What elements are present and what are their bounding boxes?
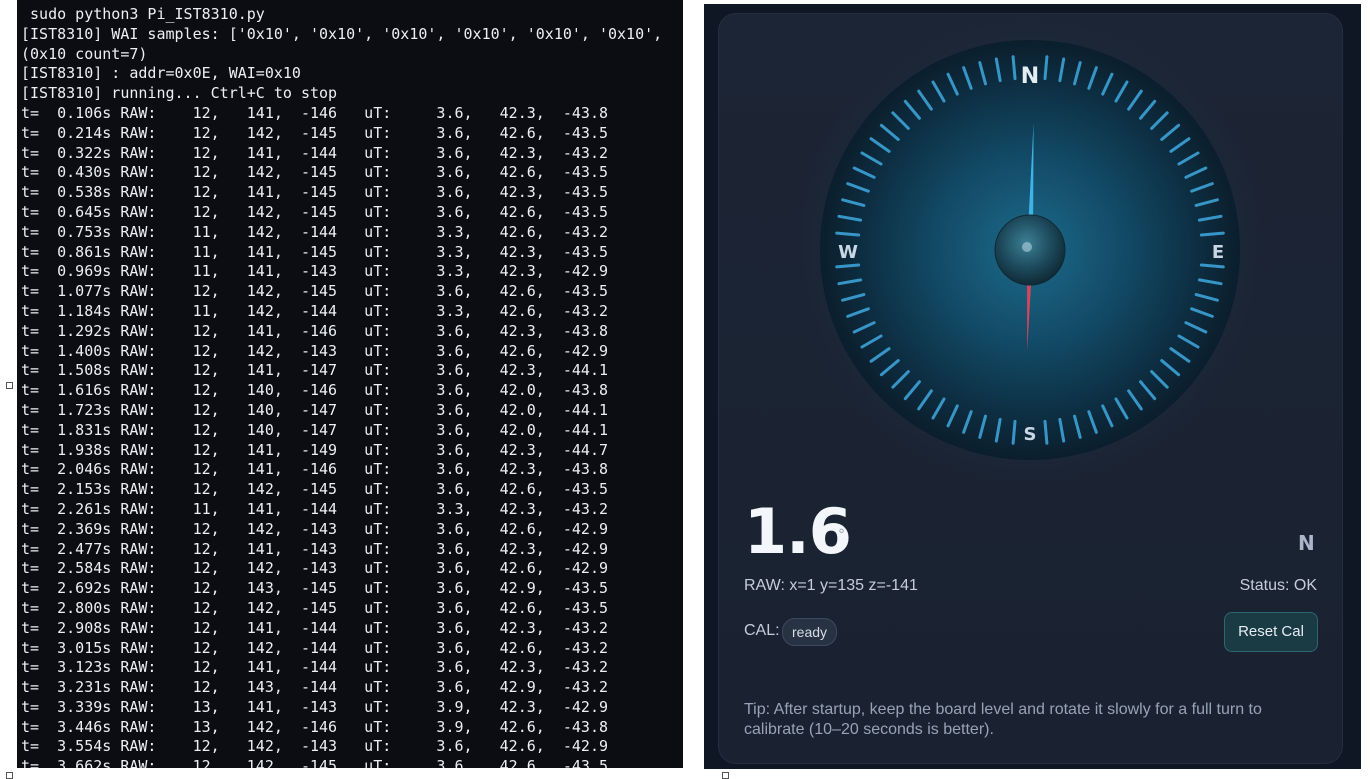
resize-handle-bottom-left[interactable] <box>6 772 13 779</box>
terminal-output: sudo python3 Pi_IST8310.py [IST8310] WAI … <box>21 5 683 768</box>
terminal-line: t= 0.538s RAW: 12, 141, -145 uT: 3.6, 42… <box>21 183 608 202</box>
hub-highlight <box>1022 242 1032 252</box>
terminal-line: t= 3.123s RAW: 12, 141, -144 uT: 3.6, 42… <box>21 658 608 677</box>
cal-status-badge: ready <box>782 618 838 646</box>
terminal-line: t= 1.400s RAW: 12, 142, -143 uT: 3.6, 42… <box>21 341 608 360</box>
cardinal-east: E <box>1212 242 1224 263</box>
raw-readout: RAW: x=1 y=135 z=-141 <box>744 577 918 594</box>
terminal-line: t= 2.584s RAW: 12, 142, -143 uT: 3.6, 42… <box>21 559 608 578</box>
terminal-line: t= 0.106s RAW: 12, 141, -146 uT: 3.6, 42… <box>21 103 608 122</box>
terminal-line: t= 1.184s RAW: 11, 142, -144 uT: 3.3, 42… <box>21 301 608 320</box>
reset-cal-button[interactable]: Reset Cal <box>1224 612 1318 652</box>
terminal-line: t= 3.015s RAW: 12, 142, -144 uT: 3.6, 42… <box>21 638 608 657</box>
dial-tick <box>1199 263 1225 269</box>
terminal-line: (0x10 count=7) <box>21 44 148 63</box>
terminal-line: t= 3.339s RAW: 13, 141, -143 uT: 3.9, 42… <box>21 697 608 716</box>
terminal-line: t= 1.292s RAW: 12, 141, -146 uT: 3.6, 42… <box>21 321 608 340</box>
terminal-line: t= 2.692s RAW: 12, 143, -145 uT: 3.6, 42… <box>21 579 608 598</box>
terminal-line: t= 0.861s RAW: 11, 141, -145 uT: 3.3, 42… <box>21 242 608 261</box>
heading-unit: ° <box>838 527 845 543</box>
dial-tick <box>1011 419 1017 445</box>
terminal-line: t= 2.477s RAW: 12, 141, -143 uT: 3.6, 42… <box>21 539 608 558</box>
dial-tick <box>835 231 861 237</box>
dial-tick <box>835 263 861 269</box>
cardinal-south: S <box>1024 424 1037 445</box>
terminal-line: t= 1.938s RAW: 12, 141, -149 uT: 3.6, 42… <box>21 440 608 459</box>
terminal-line: t= 0.969s RAW: 11, 141, -143 uT: 3.3, 42… <box>21 262 608 281</box>
status-text: Status: OK <box>1239 577 1317 594</box>
terminal-line: t= 0.430s RAW: 12, 142, -145 uT: 3.6, 42… <box>21 163 608 182</box>
cardinal-west: W <box>838 242 858 263</box>
dial-tick <box>1043 419 1049 445</box>
terminal-line: [IST8310] : addr=0x0E, WAI=0x10 <box>21 64 301 83</box>
terminal-line: t= 1.508s RAW: 12, 141, -147 uT: 3.6, 42… <box>21 361 608 380</box>
cardinal-north: N <box>1021 64 1039 89</box>
terminal-line: t= 2.369s RAW: 12, 142, -143 uT: 3.6, 42… <box>21 519 608 538</box>
terminal-line: t= 3.231s RAW: 12, 143, -144 uT: 3.6, 42… <box>21 678 608 697</box>
calibration-tip: Tip: After startup, keep the board level… <box>744 701 1262 738</box>
terminal-line: t= 3.554s RAW: 12, 142, -143 uT: 3.6, 42… <box>21 737 608 756</box>
dial-tick <box>1011 55 1017 81</box>
dial-tick <box>1199 231 1225 237</box>
heading-direction: N <box>1298 531 1315 555</box>
terminal-line: t= 1.077s RAW: 12, 142, -145 uT: 3.6, 42… <box>21 282 608 301</box>
dial-tick <box>1043 55 1049 81</box>
compass-dial: N E S W <box>785 13 1275 493</box>
terminal-line: t= 2.153s RAW: 12, 142, -145 uT: 3.6, 42… <box>21 480 608 499</box>
terminal-line: t= 2.908s RAW: 12, 141, -144 uT: 3.6, 42… <box>21 618 608 637</box>
terminal-line: t= 0.645s RAW: 12, 142, -145 uT: 3.6, 42… <box>21 202 608 221</box>
terminal-line: t= 3.446s RAW: 13, 142, -146 uT: 3.9, 42… <box>21 717 608 736</box>
terminal-line: t= 2.046s RAW: 12, 141, -146 uT: 3.6, 42… <box>21 460 608 479</box>
heading-value: 1.6 <box>744 495 852 568</box>
cal-label: CAL: <box>744 622 780 639</box>
terminal-line: sudo python3 Pi_IST8310.py <box>21 5 265 23</box>
compass-card: N E S W 1.6 ° N RAW: x=1 y=135 z=-141 St… <box>718 13 1343 764</box>
terminal-window[interactable]: sudo python3 Pi_IST8310.py [IST8310] WAI … <box>17 0 683 768</box>
terminal-line: t= 0.753s RAW: 11, 142, -144 uT: 3.3, 42… <box>21 222 608 241</box>
resize-handle-left[interactable] <box>6 382 13 389</box>
terminal-line: t= 1.831s RAW: 12, 140, -147 uT: 3.6, 42… <box>21 420 608 439</box>
resize-handle-bottom-mid[interactable] <box>722 772 729 779</box>
terminal-line: [IST8310] running... Ctrl+C to stop <box>21 84 338 103</box>
terminal-line: t= 2.261s RAW: 11, 141, -144 uT: 3.3, 42… <box>21 499 608 518</box>
terminal-line: t= 3.662s RAW: 12, 142, -145 uT: 3.6, 42… <box>21 757 608 768</box>
terminal-line: [IST8310] WAI samples: ['0x10', '0x10', … <box>21 24 663 43</box>
terminal-line: t= 0.214s RAW: 12, 142, -145 uT: 3.6, 42… <box>21 123 608 142</box>
terminal-line: t= 1.616s RAW: 12, 140, -146 uT: 3.6, 42… <box>21 381 608 400</box>
terminal-line: t= 1.723s RAW: 12, 140, -147 uT: 3.6, 42… <box>21 400 608 419</box>
terminal-line: t= 0.322s RAW: 12, 141, -144 uT: 3.6, 42… <box>21 143 608 162</box>
terminal-line: t= 2.800s RAW: 12, 142, -145 uT: 3.6, 42… <box>21 598 608 617</box>
